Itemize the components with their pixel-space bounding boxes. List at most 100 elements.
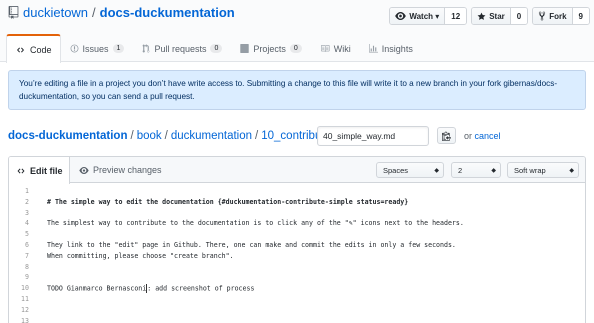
watch-count[interactable]: 12 [445,8,467,24]
line-content: When committing, please choose "create b… [33,252,234,260]
line-number: 2 [25,197,29,206]
tab-projects-label: Projects [253,43,286,54]
clippy-icon [442,131,451,141]
code-line[interactable]: 11 [9,294,585,304]
watch-button-group: Watch ▾ 12 [389,7,468,25]
code-line[interactable]: 10 TODO Gianmarco Bernasconi: add screens… [9,283,585,293]
code-line[interactable]: 8 [9,262,585,272]
repo-header: duckietown / docs-duckumentation Watch ▾… [0,0,594,63]
star-count[interactable]: 0 [510,8,528,24]
code-line[interactable]: 3 [9,208,585,218]
code-line[interactable]: 6 They link to the "edit" page in Github.… [9,240,585,250]
code-icon [17,168,25,173]
star-icon [477,12,486,20]
repo-actions: Watch ▾ 12 Star 0 Fork 9 [389,7,590,25]
indent-size-select[interactable]: 2 ◆ [451,162,501,178]
issue-icon [70,44,78,53]
code-line[interactable]: 9 [9,272,585,282]
line-number: 8 [25,262,29,271]
code-line[interactable]: 5 [9,229,585,239]
select-arrows-icon: ◆ [434,167,439,174]
pull-requests-counter: 0 [210,44,223,53]
filename-input[interactable] [317,126,429,146]
fork-count[interactable]: 9 [572,8,589,24]
fork-button-group: Fork 9 [532,7,590,25]
line-text: When committing, please choose "create b… [47,251,234,260]
watch-label: Watch [409,11,434,21]
line-number: 10 [21,284,29,293]
line-text: The simplest way to contribute to the do… [47,219,464,228]
watch-button[interactable]: Watch ▾ [390,8,446,24]
indent-size-value: 2 [458,165,463,175]
fork-notice-flash: You’re editing a file in a project you d… [8,70,586,110]
wrap-mode-value: Soft wrap [514,165,546,175]
graph-icon [368,44,378,53]
repo-separator: / [92,5,96,20]
tab-pull-requests-label: Pull requests [154,43,207,54]
star-button-group: Star 0 [471,7,529,25]
breadcrumb-duckumentation-link[interactable]: duckumentation [171,130,252,142]
tab-issues[interactable]: Issues 1 [61,34,134,62]
breadcrumb-separator: / [130,130,134,142]
tab-projects[interactable]: Projects 0 [231,34,310,62]
flash-message-line-2: duckumentation, so you can send a pull r… [19,92,195,101]
indent-mode-value: Spaces [383,165,409,175]
code-editor-area[interactable]: 1 2 # The simple way to edit the documenta… [9,184,585,323]
wrap-mode-select[interactable]: Soft wrap ◆ [507,162,579,178]
fork-label: Fork [549,11,567,21]
line-number: 1 [25,187,29,195]
preview-changes-label: Preview changes [93,165,162,175]
select-arrows-icon: ◆ [491,167,496,174]
line-number: 4 [25,219,29,228]
repo-icon [8,6,19,19]
tab-insights[interactable]: Insights [360,34,422,62]
fork-button[interactable]: Fork [533,8,573,24]
line-number: 9 [25,273,29,282]
line-number: 7 [25,251,29,260]
editor-toolbar: Edit file Preview changes Spaces ◆ 2 ◆ S… [9,157,585,184]
breadcrumb-separator: / [255,130,259,142]
code-line[interactable]: 4 The simplest way to contribute to the d… [9,218,585,228]
repo-name-link[interactable]: docs-duckumentation [100,5,235,20]
tab-code[interactable]: Code [6,34,61,63]
preview-file-button[interactable] [437,127,456,144]
line-content: # The simple way to edit the documentati… [33,198,408,206]
chevron-down-icon: ▾ [435,11,440,21]
tab-pull-requests[interactable]: Pull requests 0 [133,34,231,62]
edit-file-label: Edit file [30,165,63,176]
line-number: 12 [21,305,29,314]
breadcrumb-separator: / [164,130,168,142]
select-arrows-icon: ◆ [569,167,574,174]
repo-owner-link[interactable]: duckietown [23,5,88,20]
code-line[interactable]: 13 [9,316,585,323]
code-line[interactable]: 2 # The simple way to edit the documentat… [9,197,585,207]
code-line[interactable]: 1 [9,186,585,196]
line-content: They link to the "edit" page in Github. … [33,241,456,249]
projects-counter: 0 [289,44,302,53]
line-content: The simplest way to contribute to the do… [33,219,464,227]
fork-icon [539,11,546,21]
cancel-link[interactable]: cancel [475,131,501,141]
repo-nav: Code Issues 1 Pull requests 0 Projects 0… [6,34,422,63]
code-line[interactable]: 7 When committing, please choose "create … [9,251,585,261]
eye-icon [395,12,407,20]
breadcrumb-repo-link[interactable]: docs-duckumentation [8,130,127,142]
book-icon [320,45,330,52]
code-line[interactable]: 12 [9,305,585,315]
breadcrumb: docs-duckumentation / book / duckumentat… [8,126,349,146]
tab-issues-label: Issues [82,43,109,54]
star-button[interactable]: Star [472,8,511,24]
indent-mode-select[interactable]: Spaces ◆ [376,162,444,178]
project-icon [240,44,250,53]
flash-message-line-1: You’re editing a file in a project you d… [19,79,558,88]
line-number: 3 [25,208,29,217]
line-number: 5 [25,230,29,239]
breadcrumb-book-link[interactable]: book [137,130,162,142]
tab-edit-file[interactable]: Edit file [9,157,70,184]
line-number: 13 [21,316,29,323]
tab-wiki[interactable]: Wiki [311,34,360,62]
line-number: 6 [25,241,29,249]
tab-preview-changes[interactable]: Preview changes [79,157,162,183]
file-editor: Edit file Preview changes Spaces ◆ 2 ◆ S… [8,156,586,323]
code-icon [17,47,24,52]
